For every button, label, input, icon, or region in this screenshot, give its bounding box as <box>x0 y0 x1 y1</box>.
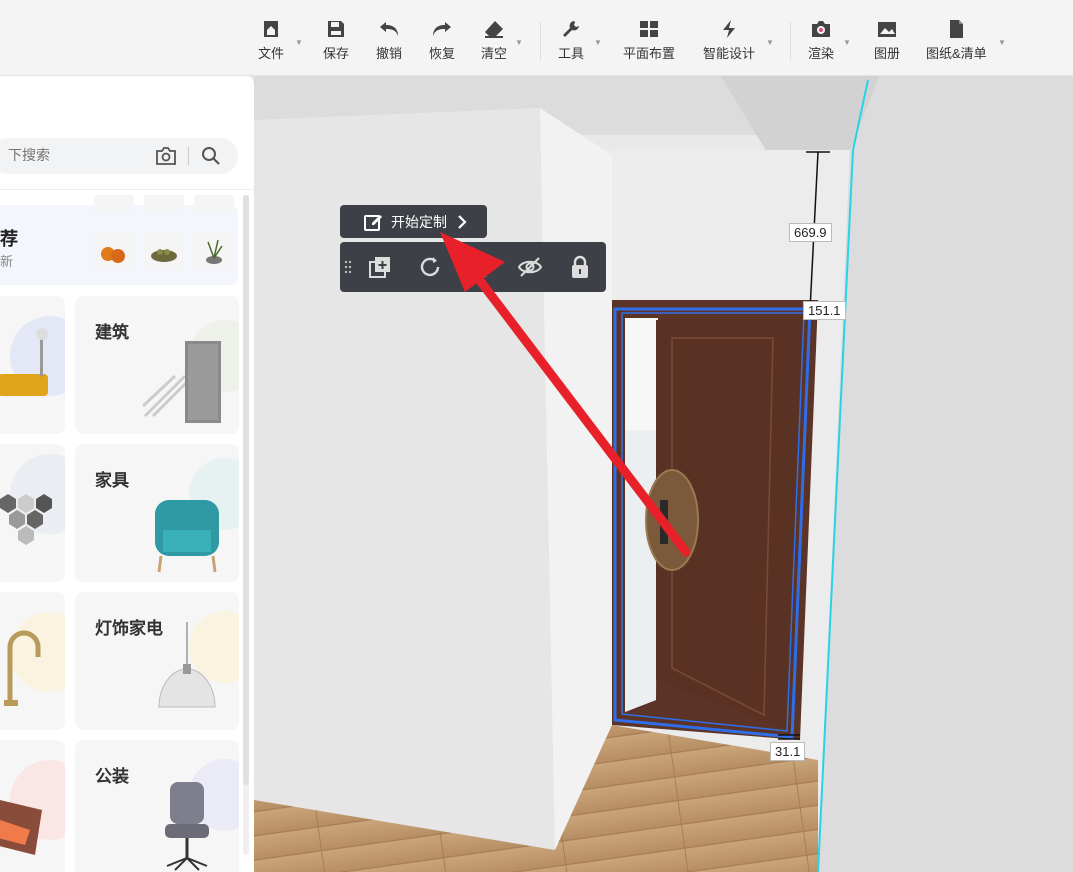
panel-scrollbar-thumb[interactable] <box>243 195 249 785</box>
recommend-thumbnail-bowl[interactable] <box>144 232 184 270</box>
toolbar-floor-plan-button[interactable]: 平面布置 <box>623 18 675 62</box>
camera-icon <box>810 18 832 40</box>
search-bar <box>0 138 238 174</box>
toolbar-render-label: 渲染 <box>808 46 835 61</box>
undo-icon <box>378 18 400 40</box>
recommend-thumbnail[interactable] <box>94 195 134 211</box>
smart-design-dropdown-caret-icon[interactable]: ▼ <box>766 38 774 47</box>
toolbar-file-label: 文件 <box>258 46 285 61</box>
dimension-width-label[interactable]: 151.1 <box>803 301 846 320</box>
rotate-icon[interactable] <box>417 254 443 280</box>
render-dropdown-caret-icon[interactable]: ▼ <box>843 38 851 47</box>
delete-icon[interactable] <box>468 254 494 280</box>
category-card-commercial[interactable]: 公装 <box>75 740 239 872</box>
dimension-bottom-label[interactable]: 31.1 <box>770 742 806 761</box>
object-toolbar <box>340 242 606 292</box>
toolbar-tools-button[interactable]: 工具 <box>558 18 584 62</box>
room-scene <box>254 75 1073 872</box>
category-card-lighting-appliances[interactable]: 灯饰家电 <box>75 592 239 730</box>
toolbar-smart-design-label: 智能设计 <box>703 46 756 61</box>
toolbar-save-label: 保存 <box>323 46 350 61</box>
search-icon[interactable] <box>201 146 221 171</box>
image-search-camera-icon[interactable] <box>155 146 177 171</box>
album-icon <box>876 18 898 40</box>
redo-icon <box>431 18 453 40</box>
recommend-subtitle: 新 <box>0 254 14 269</box>
chevron-right-icon <box>457 214 467 229</box>
door-handle <box>645 469 699 571</box>
toolbar-floor-plan-label: 平面布置 <box>623 46 676 61</box>
model-library-panel: 荐 新 建筑 家具 <box>0 75 254 872</box>
category-card-tiles[interactable] <box>0 444 65 582</box>
right-wall <box>818 75 1073 872</box>
search-divider <box>188 147 189 165</box>
floor-plan-icon <box>638 18 660 40</box>
toolbar-drawings-list-button[interactable]: 图纸&清单 <box>926 18 987 62</box>
copy-icon[interactable] <box>367 254 393 280</box>
toolbar-drawings-list-label: 图纸&清单 <box>926 46 987 61</box>
start-customize-label: 开始定制 <box>391 213 447 230</box>
eraser-icon <box>483 18 505 40</box>
toolbar-divider <box>790 22 791 60</box>
category-card-furniture[interactable]: 家具 <box>75 444 239 582</box>
toolbar-file-button[interactable]: 文件 <box>258 18 284 62</box>
toolbar-render-button[interactable]: 渲染 <box>808 18 834 62</box>
wrench-icon <box>560 18 582 40</box>
lighting-thumbnail <box>158 611 239 708</box>
toolbar-album-label: 图册 <box>874 46 901 61</box>
top-toolbar: 文件 ▼ 保存 撤销 恢复 清空 ▼ 工具 ▼ 平面布置 智能设计 ▼ 渲染 ▼… <box>0 0 1073 76</box>
category-card-faucet[interactable] <box>0 592 65 730</box>
recommend-thumbnail-fruit[interactable] <box>94 232 134 270</box>
start-customize-button[interactable]: 开始定制 <box>340 205 487 238</box>
panel-divider <box>0 189 254 190</box>
search-input[interactable] <box>6 146 140 164</box>
toolbar-save-button[interactable]: 保存 <box>323 18 349 62</box>
recommend-thumbnail[interactable] <box>144 195 184 211</box>
toolbar-undo-label: 撤销 <box>376 46 403 61</box>
toolbar-undo-button[interactable]: 撤销 <box>376 18 402 62</box>
drawings-dropdown-caret-icon[interactable]: ▼ <box>998 38 1006 47</box>
file-dropdown-caret-icon[interactable]: ▼ <box>295 38 303 47</box>
recommend-thumbnail-plant[interactable] <box>194 232 234 270</box>
toolbar-clear-label: 清空 <box>481 46 508 61</box>
category-card-living[interactable] <box>0 296 65 434</box>
category-card-pillow[interactable] <box>0 740 65 872</box>
hide-icon[interactable] <box>517 254 543 280</box>
toolbar-redo-label: 恢复 <box>429 46 456 61</box>
toolbar-smart-design-button[interactable]: 智能设计 <box>703 18 755 62</box>
category-card-architecture[interactable]: 建筑 <box>75 296 239 434</box>
toolbar-divider <box>540 22 541 60</box>
architecture-thumbnail <box>141 320 239 423</box>
recommend-thumbnail[interactable] <box>194 195 234 211</box>
document-icon <box>945 18 967 40</box>
toolbar-clear-button[interactable]: 清空 <box>481 18 507 62</box>
commercial-thumbnail <box>165 759 239 871</box>
recommend-title: 荐 <box>0 229 18 249</box>
3d-viewport[interactable] <box>254 75 1073 872</box>
toolbar-redo-button[interactable]: 恢复 <box>429 18 455 62</box>
edit-icon <box>363 212 383 232</box>
save-icon <box>325 18 347 40</box>
drag-handle-icon[interactable] <box>344 254 352 280</box>
toolbar-album-button[interactable]: 图册 <box>874 18 900 62</box>
home-file-icon <box>260 18 282 40</box>
clear-dropdown-caret-icon[interactable]: ▼ <box>515 38 523 47</box>
toolbar-tools-label: 工具 <box>558 46 585 61</box>
dimension-height-label[interactable]: 669.9 <box>789 223 832 242</box>
smart-design-icon <box>718 18 740 40</box>
lock-icon[interactable] <box>567 254 593 280</box>
furniture-thumbnail <box>155 458 239 573</box>
tools-dropdown-caret-icon[interactable]: ▼ <box>594 38 602 47</box>
